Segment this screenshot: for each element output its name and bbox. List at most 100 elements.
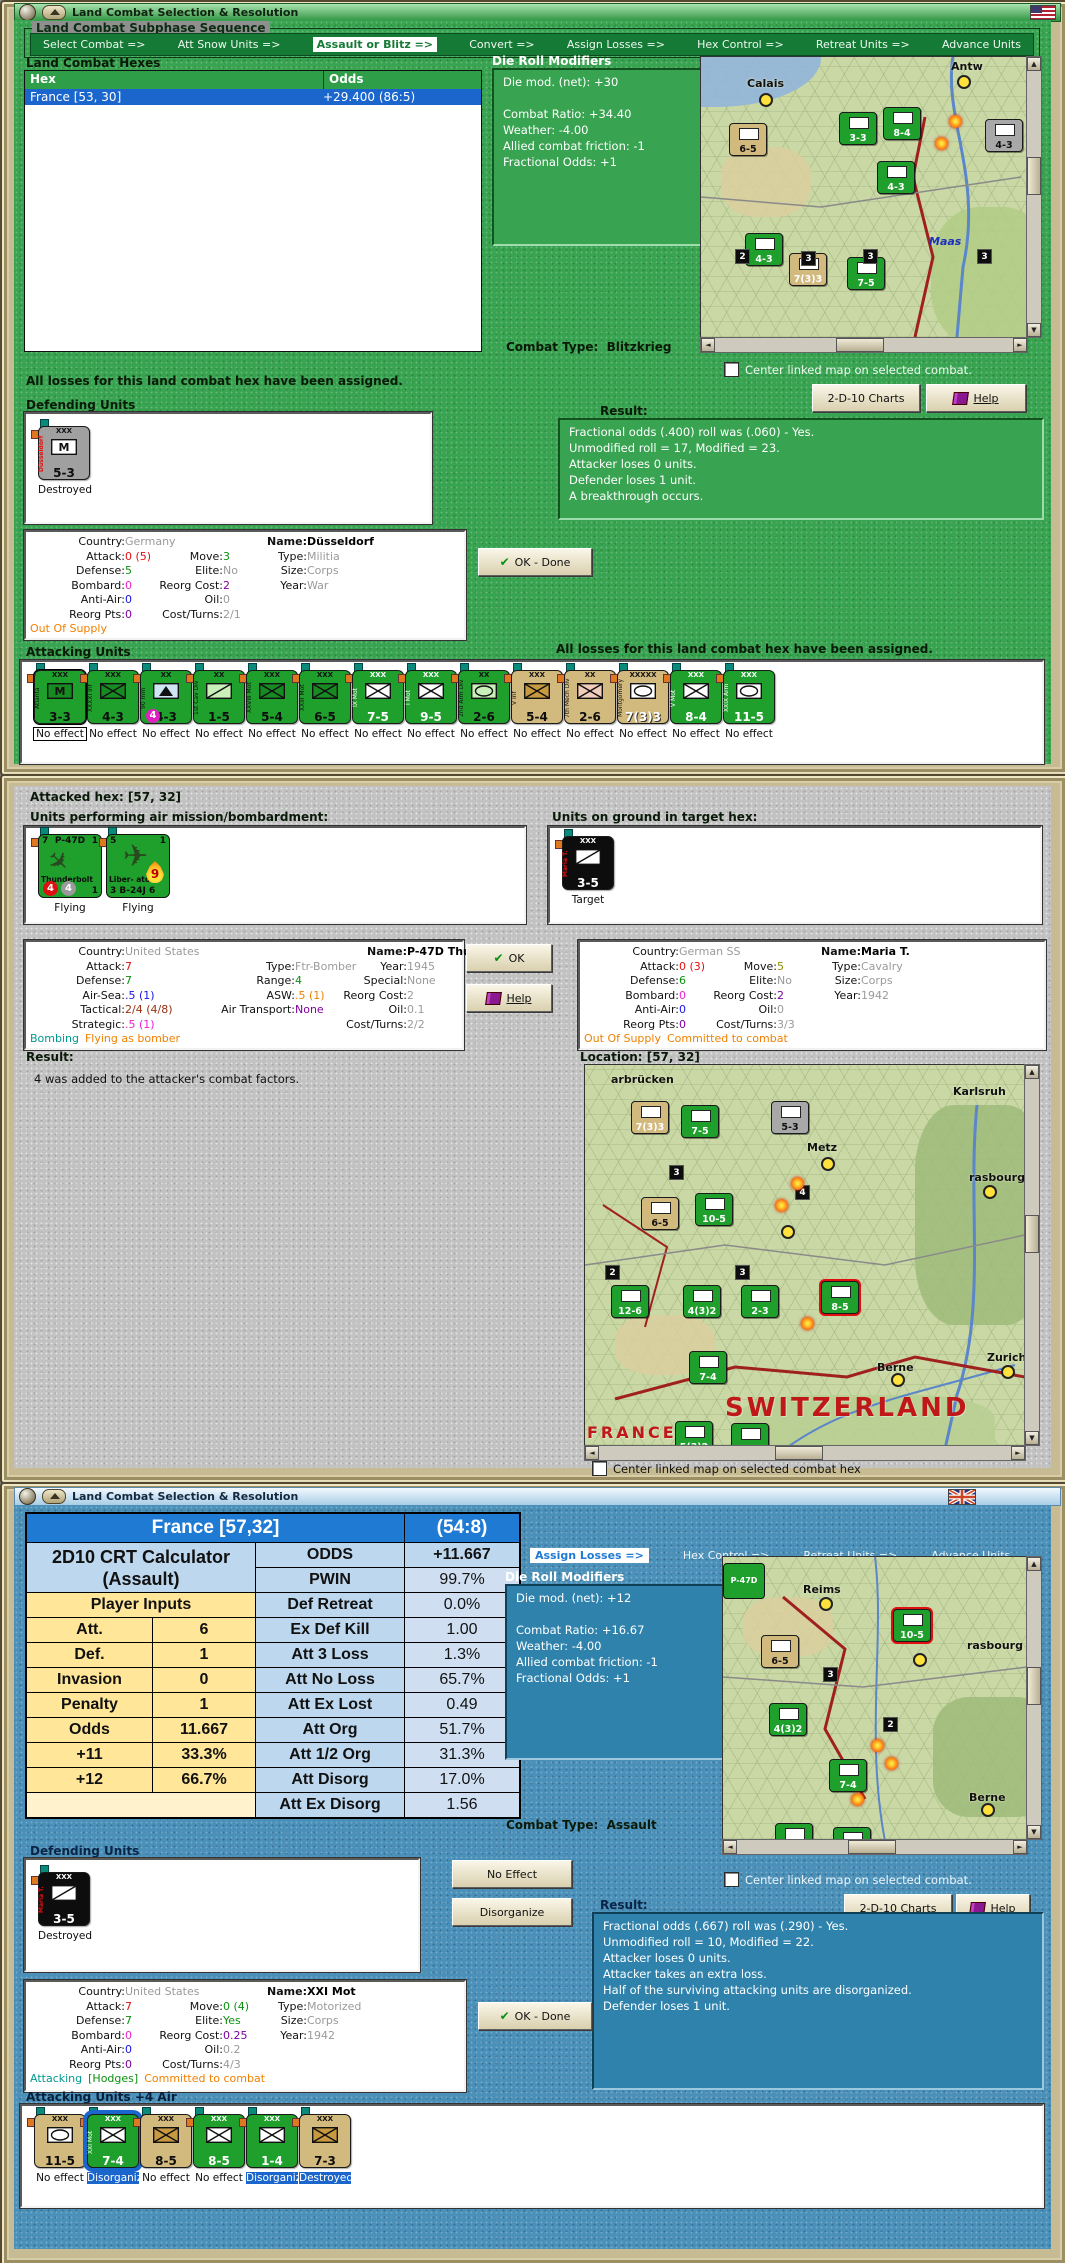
map-middle-vscroll[interactable]: ▲ ▼ [1024, 1064, 1040, 1446]
map-unit-counter[interactable]: 4-3 [877, 161, 915, 194]
map-unit-counter[interactable]: 5(3)2 [775, 1823, 813, 1839]
counter-body[interactable]: XXX V Inf 5-4 [511, 670, 563, 724]
scroll-thumb[interactable] [836, 338, 884, 352]
unit-counter-7-3[interactable]: XXX 7-3 Destroyed [292, 2107, 353, 2184]
map-unit-counter[interactable]: 10-5 [695, 1193, 733, 1226]
collapse-icon[interactable] [42, 5, 66, 20]
counter-body[interactable]: 5 1 ✈ Liber- ator 9 3 B-24J 6 [106, 834, 170, 898]
unit-counter-xxix-arm[interactable]: XXX XXIX Arm 11-5 No effect [716, 663, 775, 740]
counter-body[interactable]: XXX XXIII Mot 6-5 [299, 670, 351, 724]
collapse-icon[interactable] [42, 1489, 66, 1504]
map-unit-counter[interactable]: 7(3)3 [631, 1101, 669, 1134]
map-bottom-hscroll[interactable]: ◄ ► [722, 1839, 1028, 1855]
help-button-middle[interactable]: Help [466, 984, 552, 1012]
unit-counter-1-4[interactable]: XXX 1-4 Disorganized [239, 2107, 314, 2184]
counter-body[interactable]: XXX 7-3 [299, 2114, 351, 2168]
map-unit-counter[interactable]: 8-5 [821, 1281, 859, 1314]
scroll-thumb[interactable] [1027, 1667, 1041, 1705]
minimap-bottom[interactable]: 10-56-54(3)27-45(3)21-432ReimsrasbourgBe… [722, 1556, 1028, 1840]
menu-item-select-combat-[interactable]: Select Combat => [43, 38, 146, 51]
menu-item-assault-or-blitz-[interactable]: Assault or Blitz => [312, 37, 438, 52]
menu-item-advance-units[interactable]: Advance Units [942, 38, 1021, 51]
map-unit-counter[interactable]: 10-5 [893, 1609, 931, 1642]
window-knob-icon[interactable] [19, 1488, 36, 1505]
counter-body[interactable]: XXX Atlanta M 3-3 [33, 669, 87, 725]
counter-body[interactable]: XXX Maria T. 3-5 [38, 1872, 90, 1926]
map-unit-counter[interactable]: 6-5 [729, 123, 767, 156]
unit-counter-xxi-mot[interactable]: XXX XXI Mot 7-4 Disorganized [80, 2107, 155, 2184]
scroll-thumb[interactable] [1027, 157, 1041, 195]
scroll-down-icon[interactable]: ▼ [1027, 1825, 1041, 1839]
unit-counter-maria-t-[interactable]: XXX Maria T. 3-5 Target [555, 829, 614, 906]
window-knob-icon[interactable] [19, 4, 36, 21]
map-unit-counter[interactable]: 12-6 [611, 1285, 649, 1318]
unit-counter-montgomery[interactable]: XXXXX Montgomery 7(3)3 No effect [610, 663, 669, 740]
counter-body[interactable]: XX 2nd Arm Div 2-6 [458, 670, 510, 724]
counter-body[interactable]: XXX XXI Mot 7-4 [87, 2114, 139, 2168]
counter-body[interactable]: XXX 11-5 [34, 2114, 86, 2168]
titlebar-bottom[interactable]: Land Combat Selection & Resolution [14, 1487, 1061, 1506]
scroll-up-icon[interactable]: ▲ [1027, 1557, 1041, 1571]
unit-counter-d-sseldorf[interactable]: XXX Düsseldorf M 5-3 Destroyed [31, 419, 92, 496]
unit-counter-xxxxi-inf[interactable]: XXX XXXXI Inf 4-3 No effect [80, 663, 139, 740]
scroll-thumb[interactable] [1025, 1215, 1039, 1253]
counter-body[interactable]: XXX 8-5 [140, 2114, 192, 2168]
map-bottom-vscroll[interactable]: ▲ ▼ [1026, 1556, 1042, 1840]
map-unit-counter[interactable]: 5(3)2 [675, 1421, 713, 1445]
hex-column-header[interactable]: Hex [25, 71, 324, 89]
ok-button-middle[interactable]: ✔ OK [466, 944, 552, 972]
scroll-up-icon[interactable]: ▲ [1025, 1065, 1039, 1079]
center-map-checkbox-middle[interactable]: Center linked map on selected combat hex [592, 1461, 861, 1476]
unit-counter-8-5[interactable]: XXX 8-5 No effect [186, 2107, 245, 2184]
odds-column-header[interactable]: Odds [324, 71, 481, 89]
map-unit-counter[interactable]: 7-4 [829, 1759, 867, 1792]
ok-done-button-bottom[interactable]: ✔ OK - Done [478, 2002, 592, 2030]
help-button-top[interactable]: Help [926, 384, 1026, 412]
unit-counter-xxiii-mot[interactable]: XXX XXIII Mot 6-5 No effect [292, 663, 351, 740]
unit-counter-90-mm[interactable]: XX 90 mm 4-3 4 No effect [133, 663, 192, 740]
counter-body[interactable]: XXX 1-4 [246, 2114, 298, 2168]
counter-body[interactable]: XXX Düsseldorf M 5-3 [38, 426, 90, 480]
checkbox-box[interactable] [724, 1872, 739, 1887]
menu-item-assign-losses-[interactable]: Assign Losses => [567, 38, 665, 51]
air-unit-b24[interactable]: 5 1 ✈ Liber- ator 9 3 B-24J 6 Flying [99, 827, 170, 914]
disorganize-button[interactable]: Disorganize [452, 1898, 572, 1926]
counter-body[interactable]: XXX XXVIII Mot 5-4 [246, 670, 298, 724]
map-unit-counter[interactable]: 4-3 [985, 119, 1023, 152]
unit-counter-8-5[interactable]: XXX 8-5 No effect [133, 2107, 192, 2184]
no-effect-button[interactable]: No Effect [452, 1860, 572, 1888]
counter-body[interactable]: XX 1st Cav Div 1-5 [193, 670, 245, 724]
counter-body[interactable]: XXX XXIX Arm 11-5 [723, 670, 775, 724]
counter-body[interactable]: XXX Maria T. 3-5 [562, 836, 614, 890]
hex-row[interactable]: France [53, 30] +29.400 (86:5) [25, 89, 481, 105]
unit-counter-7th-mech-div[interactable]: XX 7th Mech Div 2-6 No effect [557, 663, 616, 740]
counter-body[interactable]: XXXXX Montgomery 7(3)3 [617, 670, 669, 724]
unit-counter-i-mot[interactable]: XXX I Mot 9-5 No effect [398, 663, 457, 740]
center-map-checkbox-bottom[interactable]: Center linked map on selected combat. [724, 1872, 972, 1887]
unit-counter-v-mot[interactable]: XXX V Mot 8-4 No effect [663, 663, 722, 740]
minimap-middle[interactable]: 7(3)3 7-5 5-3 6-5 10-5 12-6 4(3)2 2-3 8-5 7-4 5(3)… [584, 1064, 1026, 1446]
map-unit-counter[interactable]: 6-5 [641, 1197, 679, 1230]
unit-counter-1st-cav-div[interactable]: XX 1st Cav Div 1-5 No effect [186, 663, 245, 740]
map-unit-counter[interactable]: 2-3 [741, 1285, 779, 1318]
scroll-left-icon[interactable]: ◄ [701, 338, 715, 352]
map-unit-counter[interactable]: 3-3 [839, 112, 877, 145]
scroll-right-icon[interactable]: ► [1013, 338, 1027, 352]
map-top-vscroll[interactable]: ▲ ▼ [1026, 56, 1042, 338]
map-unit-counter[interactable]: 7-5 [681, 1105, 719, 1138]
scroll-thumb[interactable] [775, 1446, 823, 1460]
menu-item-assign-losses-[interactable]: Assign Losses => [530, 1547, 649, 1563]
map-unit-counter[interactable]: 4-3 [745, 233, 783, 266]
unit-counter-v-inf[interactable]: XXX V Inf 5-4 No effect [504, 663, 563, 740]
unit-counter-11-5[interactable]: XXX 11-5 No effect [27, 2107, 86, 2184]
scroll-left-icon[interactable]: ◄ [723, 1840, 737, 1854]
map-top-hscroll[interactable]: ◄ ► [700, 337, 1028, 353]
unit-counter-xxviii-mot[interactable]: XXX XXVIII Mot 5-4 No effect [239, 663, 298, 740]
unit-counter-ix-mot[interactable]: XXX IX Mot 7-5 No effect [345, 663, 404, 740]
map-unit-counter[interactable]: 5-3 [771, 1101, 809, 1134]
menu-item-convert-[interactable]: Convert => [469, 38, 534, 51]
menu-item-hex-control-[interactable]: Hex Control => [697, 38, 784, 51]
map-unit-counter[interactable]: 6-5 [761, 1635, 799, 1668]
map-unit-counter[interactable]: 8-4 [883, 107, 921, 140]
map-middle-hscroll[interactable]: ◄ ► [584, 1445, 1026, 1461]
